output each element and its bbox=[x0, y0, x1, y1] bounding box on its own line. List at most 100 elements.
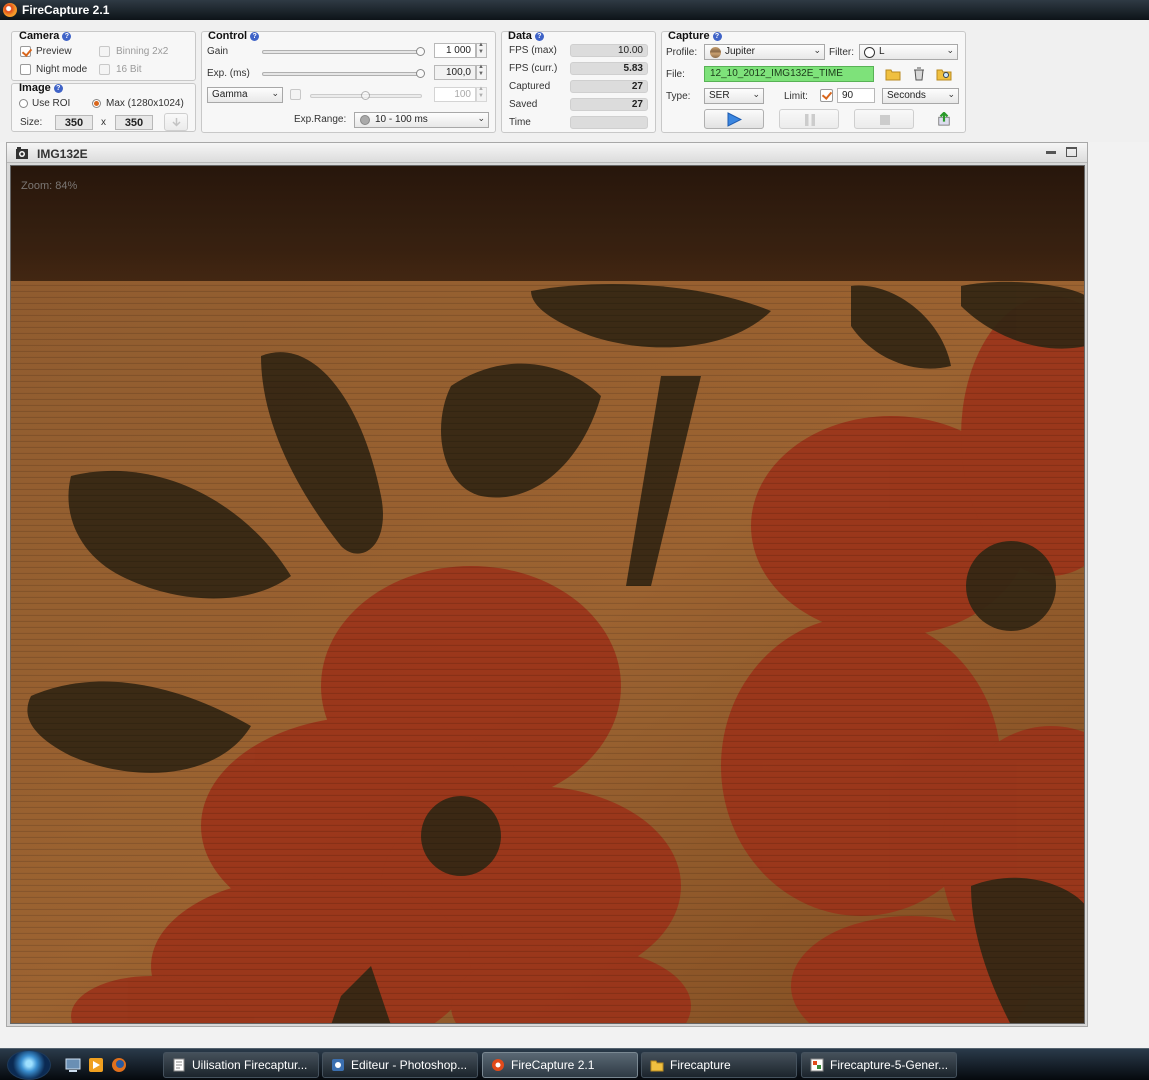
help-icon[interactable]: ? bbox=[53, 84, 63, 93]
time-label: Time bbox=[509, 117, 531, 128]
profile-select[interactable]: Jupiter ⌄ bbox=[704, 44, 825, 60]
jupiter-icon bbox=[710, 47, 721, 58]
gamma-select[interactable]: Gamma ⌄ bbox=[207, 87, 283, 103]
show-desktop-icon[interactable] bbox=[65, 1057, 81, 1073]
binning-checkbox[interactable] bbox=[99, 46, 110, 57]
limit-checkbox[interactable] bbox=[820, 89, 833, 102]
max-resolution-label: Max (1280x1024) bbox=[106, 98, 184, 109]
roi-height-field[interactable]: 350 bbox=[115, 115, 153, 130]
preview-label: Preview bbox=[36, 46, 72, 57]
gamma-spinner[interactable] bbox=[476, 86, 487, 102]
data-group: Data? FPS (max) 10.00 FPS (curr.) 5.83 C… bbox=[501, 30, 656, 133]
captured-label: Captured bbox=[509, 81, 551, 92]
zoom-label: Zoom: 84% bbox=[21, 180, 78, 192]
preview-titlebar: IMG132E ▬ bbox=[7, 143, 1087, 163]
clock-icon bbox=[360, 115, 370, 125]
type-select[interactable]: SER ⌄ bbox=[704, 88, 764, 104]
16bit-checkbox[interactable] bbox=[99, 64, 110, 75]
gain-label: Gain bbox=[207, 46, 229, 57]
pause-capture-button[interactable] bbox=[779, 109, 839, 129]
filename-field[interactable]: 12_10_2012_IMG132E_TIME bbox=[704, 66, 874, 82]
gain-value-field[interactable]: 1 000 bbox=[434, 43, 476, 58]
type-label: Type: bbox=[666, 91, 691, 102]
captured-value: 27 bbox=[570, 80, 648, 93]
chevron-down-icon: ⌄ bbox=[477, 113, 485, 123]
chevron-down-icon: ⌄ bbox=[947, 89, 955, 99]
help-icon[interactable]: ? bbox=[62, 32, 72, 41]
filter-wheel-icon bbox=[864, 47, 875, 58]
taskbar: Uilisation Firecaptur... Editeur - Photo… bbox=[0, 1048, 1149, 1080]
roi-width-field[interactable]: 350 bbox=[55, 115, 93, 130]
taskbar-item-firecapture-5[interactable]: Firecapture-5-Gener... bbox=[801, 1052, 957, 1078]
search-folder-icon[interactable] bbox=[936, 67, 952, 81]
preview-title: IMG132E bbox=[37, 147, 88, 161]
arrow-down-icon bbox=[172, 118, 181, 127]
folder-icon[interactable] bbox=[885, 67, 901, 81]
control-title: Control bbox=[208, 30, 248, 42]
limit-unit-select[interactable]: Seconds ⌄ bbox=[882, 88, 959, 104]
taskbar-item-folder[interactable]: Firecapture bbox=[641, 1052, 797, 1078]
chevron-down-icon: ⌄ bbox=[946, 45, 954, 55]
camera-preview-image[interactable]: Zoom: 84% bbox=[10, 165, 1085, 1024]
maximize-button[interactable] bbox=[1066, 147, 1077, 157]
help-icon[interactable]: ? bbox=[712, 32, 722, 41]
saved-value: 27 bbox=[570, 98, 648, 111]
limit-value-field[interactable]: 90 bbox=[837, 88, 875, 103]
upload-icon[interactable] bbox=[936, 112, 952, 126]
chevron-down-icon: ⌄ bbox=[813, 45, 821, 55]
gamma-slider-thumb[interactable] bbox=[361, 91, 370, 100]
pause-icon bbox=[805, 114, 815, 126]
limit-label: Limit: bbox=[784, 91, 808, 102]
preview-image-content bbox=[11, 166, 1084, 1023]
window-title: FireCapture 2.1 bbox=[22, 3, 110, 17]
capture-group: Capture? Profile: Jupiter ⌄ Filter: L ⌄ Fi… bbox=[661, 30, 966, 133]
firecapture-icon bbox=[3, 3, 17, 17]
camera-icon bbox=[16, 147, 28, 159]
preview-checkbox[interactable] bbox=[20, 46, 31, 57]
filter-select[interactable]: L ⌄ bbox=[859, 44, 958, 60]
size-separator: x bbox=[101, 117, 106, 128]
saved-label: Saved bbox=[509, 99, 538, 110]
chevron-down-icon: ⌄ bbox=[271, 88, 279, 98]
max-resolution-radio[interactable] bbox=[92, 99, 101, 108]
taskbar-item-photoshop[interactable]: Editeur - Photoshop... bbox=[322, 1052, 478, 1078]
gamma-auto-checkbox[interactable] bbox=[290, 89, 301, 100]
night-mode-checkbox[interactable] bbox=[20, 64, 31, 75]
exposure-slider-thumb[interactable] bbox=[416, 69, 425, 78]
exposure-spinner[interactable] bbox=[476, 64, 487, 80]
fps-curr-label: FPS (curr.) bbox=[509, 63, 558, 74]
data-title: Data bbox=[508, 30, 532, 42]
exposure-slider[interactable] bbox=[262, 72, 422, 76]
gain-slider[interactable] bbox=[262, 50, 422, 54]
start-capture-button[interactable] bbox=[704, 109, 764, 129]
exposure-value-field[interactable]: 100,0 bbox=[434, 65, 476, 80]
use-roi-radio[interactable] bbox=[19, 99, 28, 108]
control-group: Control? Gain 1 000 Exp. (ms) 100,0 Gamm… bbox=[201, 30, 496, 133]
firefox-icon[interactable] bbox=[111, 1057, 127, 1073]
taskbar-item-firecapture-usage[interactable]: Uilisation Firecaptur... bbox=[163, 1052, 319, 1078]
camera-title: Camera bbox=[19, 30, 60, 42]
control-panel-strip: Camera? Preview Binning 2x2 Night mode 1… bbox=[0, 20, 1149, 142]
capture-title: Capture bbox=[668, 30, 710, 42]
exp-range-label: Exp.Range: bbox=[294, 114, 347, 125]
minimize-button[interactable]: ▬ bbox=[1045, 146, 1057, 158]
gain-slider-thumb[interactable] bbox=[416, 47, 425, 56]
use-roi-label: Use ROI bbox=[32, 98, 71, 109]
stop-icon bbox=[880, 115, 890, 125]
night-mode-label: Night mode bbox=[36, 64, 88, 75]
gain-spinner[interactable] bbox=[476, 42, 487, 58]
document-icon bbox=[173, 1058, 185, 1072]
media-player-icon[interactable] bbox=[88, 1057, 104, 1073]
apply-size-button[interactable] bbox=[164, 113, 188, 131]
help-icon[interactable]: ? bbox=[250, 32, 260, 41]
help-icon[interactable]: ? bbox=[534, 32, 544, 41]
stop-capture-button[interactable] bbox=[854, 109, 914, 129]
filter-label: Filter: bbox=[829, 47, 854, 58]
taskbar-item-firecapture[interactable]: FireCapture 2.1 bbox=[482, 1052, 638, 1078]
trash-icon[interactable] bbox=[911, 67, 927, 81]
exp-range-select[interactable]: 10 - 100 ms ⌄ bbox=[354, 112, 489, 128]
gamma-value-field[interactable]: 100 bbox=[434, 87, 476, 102]
photoshop-icon bbox=[332, 1059, 344, 1071]
preview-window: IMG132E ▬ Zoom: 84% bbox=[6, 142, 1088, 1027]
start-button[interactable] bbox=[7, 1050, 51, 1080]
